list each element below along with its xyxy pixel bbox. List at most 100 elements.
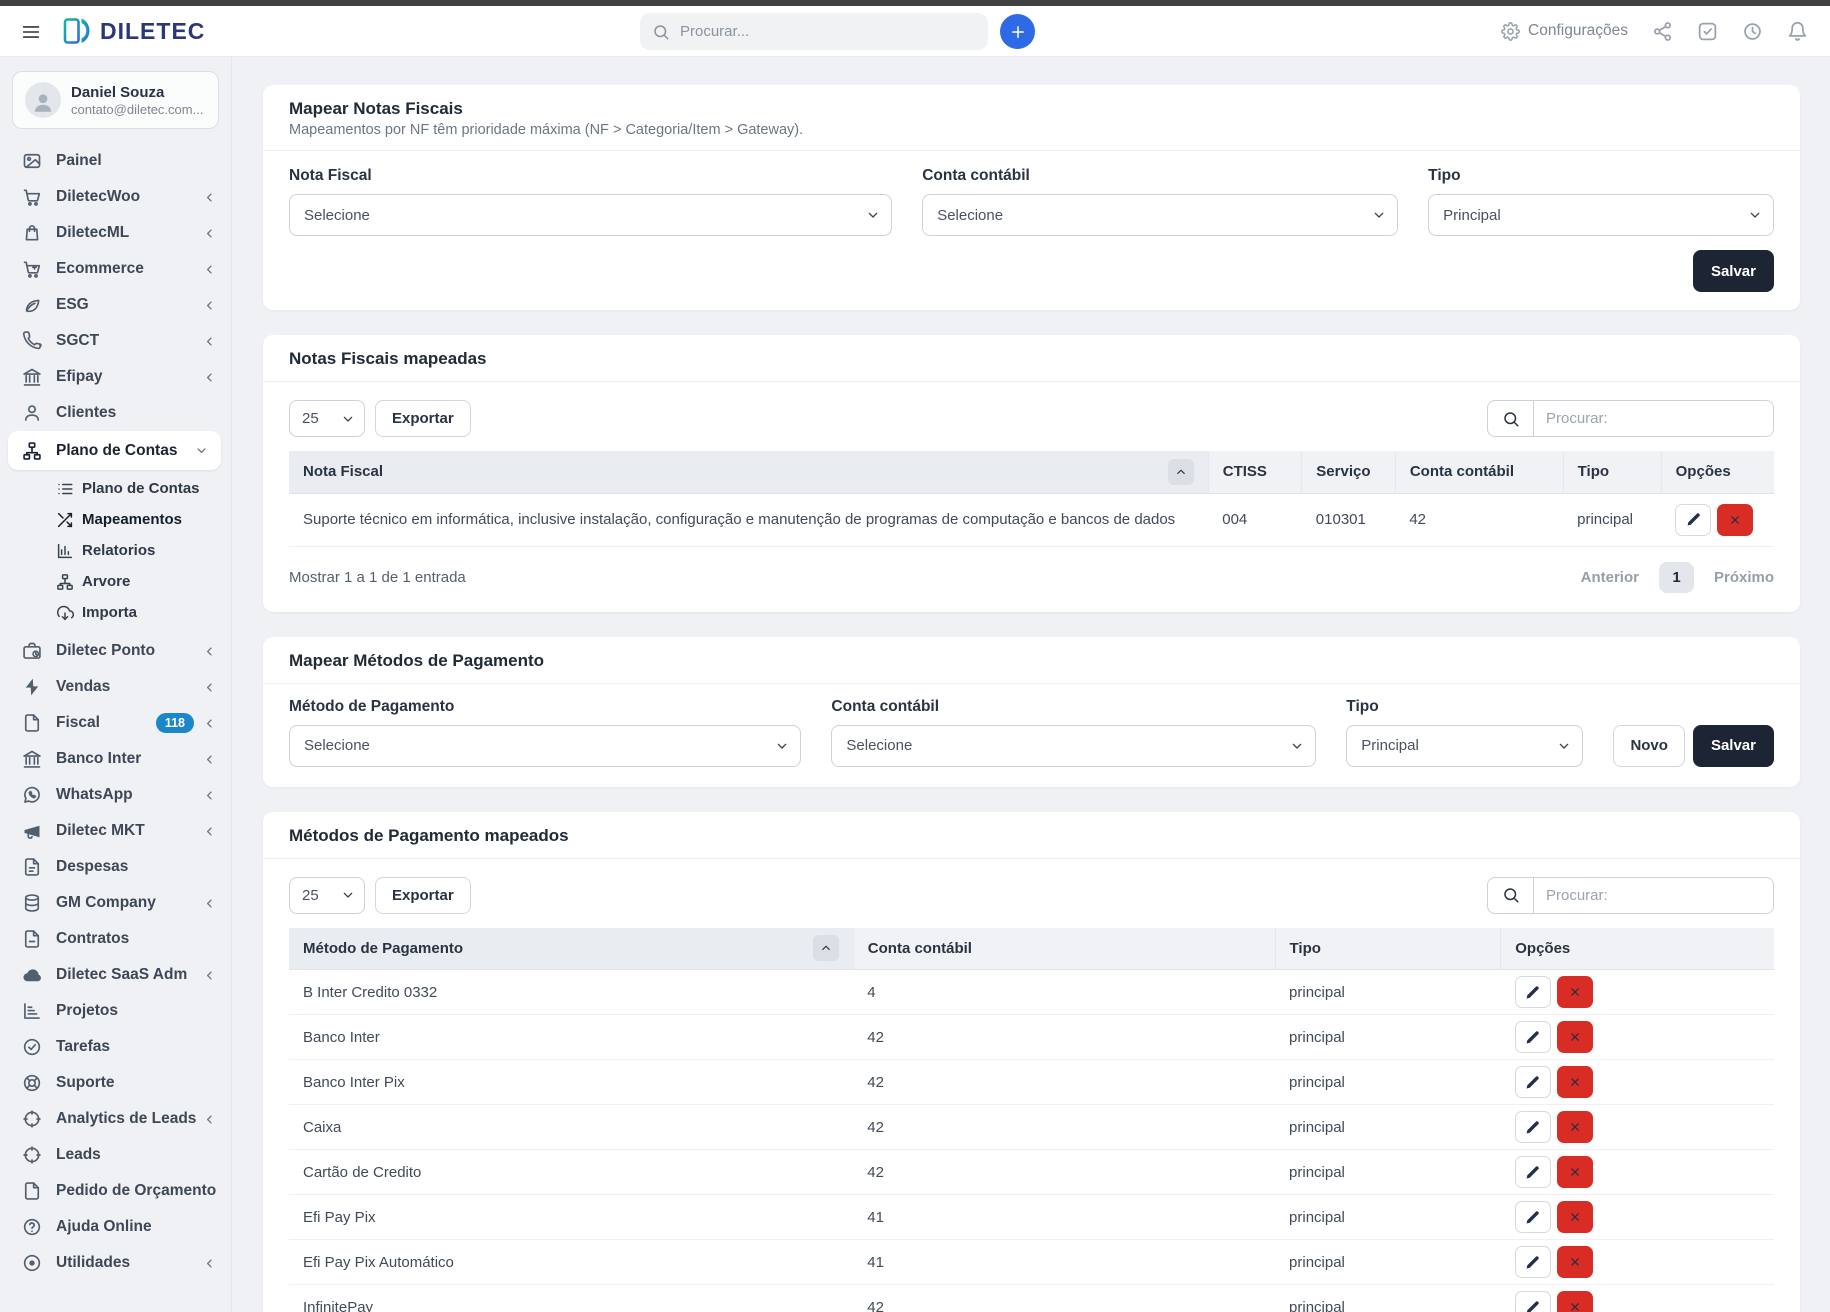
- sidebar-item-ajuda-online[interactable]: Ajuda Online: [0, 1209, 231, 1245]
- sidebar-subitem-importa[interactable]: Importa: [0, 597, 231, 628]
- delete-button[interactable]: [1557, 1291, 1593, 1312]
- sidebar-item-projetos[interactable]: Projetos: [0, 993, 231, 1029]
- page-size-select[interactable]: 25: [289, 877, 365, 914]
- delete-button[interactable]: [1557, 1201, 1593, 1233]
- edit-button[interactable]: [1515, 1066, 1551, 1098]
- sidebar-subitem-mapeamentos[interactable]: Mapeamentos: [0, 504, 231, 535]
- sidebar-item-diletec-mkt[interactable]: Diletec MKT: [0, 813, 231, 849]
- sort-asc-button[interactable]: [1168, 459, 1194, 485]
- sidebar-item-label: Ajuda Online: [56, 1218, 217, 1236]
- page-size-select[interactable]: 25: [289, 400, 365, 437]
- conta-contabil-select-wrap: Selecione: [922, 194, 1398, 236]
- save-button[interactable]: Salvar: [1693, 725, 1774, 767]
- cell-options: [1501, 1285, 1774, 1312]
- chevron-left-icon: [202, 190, 217, 205]
- delete-button[interactable]: [1557, 1111, 1593, 1143]
- hamburger-icon: [20, 21, 42, 43]
- sidebar-subitem-relatorios[interactable]: Relatorios: [0, 535, 231, 566]
- notifications-icon[interactable]: [1787, 21, 1808, 42]
- metodo-pagamento-select[interactable]: Selecione: [289, 725, 801, 767]
- add-button[interactable]: [1000, 14, 1035, 49]
- edit-button[interactable]: [1515, 1291, 1551, 1312]
- share-icon[interactable]: [1652, 21, 1673, 42]
- user-card[interactable]: Daniel Souza contato@diletec.com...: [12, 71, 219, 129]
- column-header-label: Método de Pagamento: [303, 940, 813, 957]
- sidebar-item-painel[interactable]: Painel: [0, 143, 231, 179]
- sidebar-item-efipay[interactable]: Efipay: [0, 359, 231, 395]
- table-search-input[interactable]: [1534, 878, 1773, 913]
- conta-contabil-select[interactable]: Selecione: [831, 725, 1316, 767]
- edit-button[interactable]: [1515, 1246, 1551, 1278]
- sidebar-item-analytics-de-leads[interactable]: Analytics de Leads: [0, 1101, 231, 1137]
- chart-gantt-icon: [22, 1001, 42, 1021]
- sidebar-item-label: Diletec Ponto: [56, 642, 202, 660]
- history-icon[interactable]: [1742, 21, 1763, 42]
- column-header-me-todo-de-pagamento: Método de Pagamento: [289, 928, 853, 970]
- sidebar-subitem-arvore[interactable]: Arvore: [0, 566, 231, 597]
- global-search-input[interactable]: [680, 23, 976, 40]
- sidebar-item-plano-de-contas[interactable]: Plano de Contas: [8, 431, 221, 470]
- chevron-left-icon: [202, 644, 217, 659]
- brand-logo[interactable]: DILETEC: [62, 14, 205, 48]
- edit-button[interactable]: [1515, 1201, 1551, 1233]
- edit-button[interactable]: [1515, 1111, 1551, 1143]
- edit-button[interactable]: [1515, 976, 1551, 1008]
- cell-conta: 41: [853, 1240, 1275, 1285]
- nota-fiscal-select[interactable]: Selecione: [289, 194, 892, 236]
- sidebar-item-fiscal[interactable]: Fiscal118: [0, 705, 231, 741]
- sidebar-item-gm-company[interactable]: GM Company: [0, 885, 231, 921]
- tasks-icon[interactable]: [1697, 21, 1718, 42]
- table-search-input[interactable]: [1534, 401, 1773, 436]
- chevron-left-icon: [202, 262, 217, 277]
- sidebar-subitem-plano-de-contas[interactable]: Plano de Contas: [0, 473, 231, 504]
- sidebar-item-pedido-de-orc-amento[interactable]: Pedido de Orçamento: [0, 1173, 231, 1209]
- sidebar-item-diletec-saas-adm[interactable]: Diletec SaaS Adm: [0, 957, 231, 993]
- sidebar-item-ecommerce[interactable]: Ecommerce: [0, 251, 231, 287]
- delete-button[interactable]: [1557, 1246, 1593, 1278]
- delete-button[interactable]: [1557, 976, 1593, 1008]
- sidebar-item-contratos[interactable]: Contratos: [0, 921, 231, 957]
- sort-asc-button[interactable]: [813, 935, 839, 961]
- page-number[interactable]: 1: [1659, 562, 1694, 593]
- cell-conta: 42: [1395, 493, 1563, 546]
- edit-button[interactable]: [1515, 1021, 1551, 1053]
- table-header-row: Método de PagamentoConta contábilTipoOpç…: [289, 928, 1774, 970]
- sidebar-item-leads[interactable]: Leads: [0, 1137, 231, 1173]
- next-page-button[interactable]: Próximo: [1714, 569, 1774, 586]
- delete-button[interactable]: [1557, 1066, 1593, 1098]
- search-icon-button[interactable]: [1488, 401, 1534, 436]
- export-button[interactable]: Exportar: [375, 400, 471, 437]
- sidebar-item-label: Ecommerce: [56, 260, 202, 278]
- sidebar-item-sgct[interactable]: SGCT: [0, 323, 231, 359]
- conta-contabil-select[interactable]: Selecione: [922, 194, 1398, 236]
- sidebar-item-vendas[interactable]: Vendas: [0, 669, 231, 705]
- edit-button[interactable]: [1515, 1156, 1551, 1188]
- sidebar-item-clientes[interactable]: Clientes: [0, 395, 231, 431]
- delete-button[interactable]: [1557, 1021, 1593, 1053]
- sidebar-item-despesas[interactable]: Despesas: [0, 849, 231, 885]
- check-circle-icon: [22, 1037, 42, 1057]
- sidebar-item-tarefas[interactable]: Tarefas: [0, 1029, 231, 1065]
- sidebar-item-utilidades[interactable]: Utilidades: [0, 1245, 231, 1281]
- edit-button[interactable]: [1675, 504, 1711, 536]
- sidebar-item-label: Pedido de Orçamento: [56, 1182, 217, 1200]
- delete-button[interactable]: [1717, 504, 1753, 536]
- prev-page-button[interactable]: Anterior: [1581, 569, 1639, 586]
- export-button[interactable]: Exportar: [375, 877, 471, 914]
- sidebar-item-diletec-ponto[interactable]: Diletec Ponto: [0, 633, 231, 669]
- sidebar-item-diletecwoo[interactable]: DiletecWoo: [0, 179, 231, 215]
- sidebar-item-esg[interactable]: ESG: [0, 287, 231, 323]
- settings-button[interactable]: Configurações: [1501, 22, 1628, 41]
- save-button[interactable]: Salvar: [1693, 250, 1774, 292]
- tipo-select[interactable]: Principal: [1346, 725, 1583, 767]
- sidebar-item-suporte[interactable]: Suporte: [0, 1065, 231, 1101]
- search-icon-button[interactable]: [1488, 878, 1534, 913]
- new-button[interactable]: Novo: [1613, 725, 1685, 767]
- tipo-select[interactable]: Principal: [1428, 194, 1774, 236]
- megaphone-icon: [22, 821, 42, 841]
- delete-button[interactable]: [1557, 1156, 1593, 1188]
- sidebar-item-diletecml[interactable]: DiletecML: [0, 215, 231, 251]
- menu-toggle-button[interactable]: [20, 20, 46, 44]
- sidebar-item-whatsapp[interactable]: WhatsApp: [0, 777, 231, 813]
- sidebar-item-banco-inter[interactable]: Banco Inter: [0, 741, 231, 777]
